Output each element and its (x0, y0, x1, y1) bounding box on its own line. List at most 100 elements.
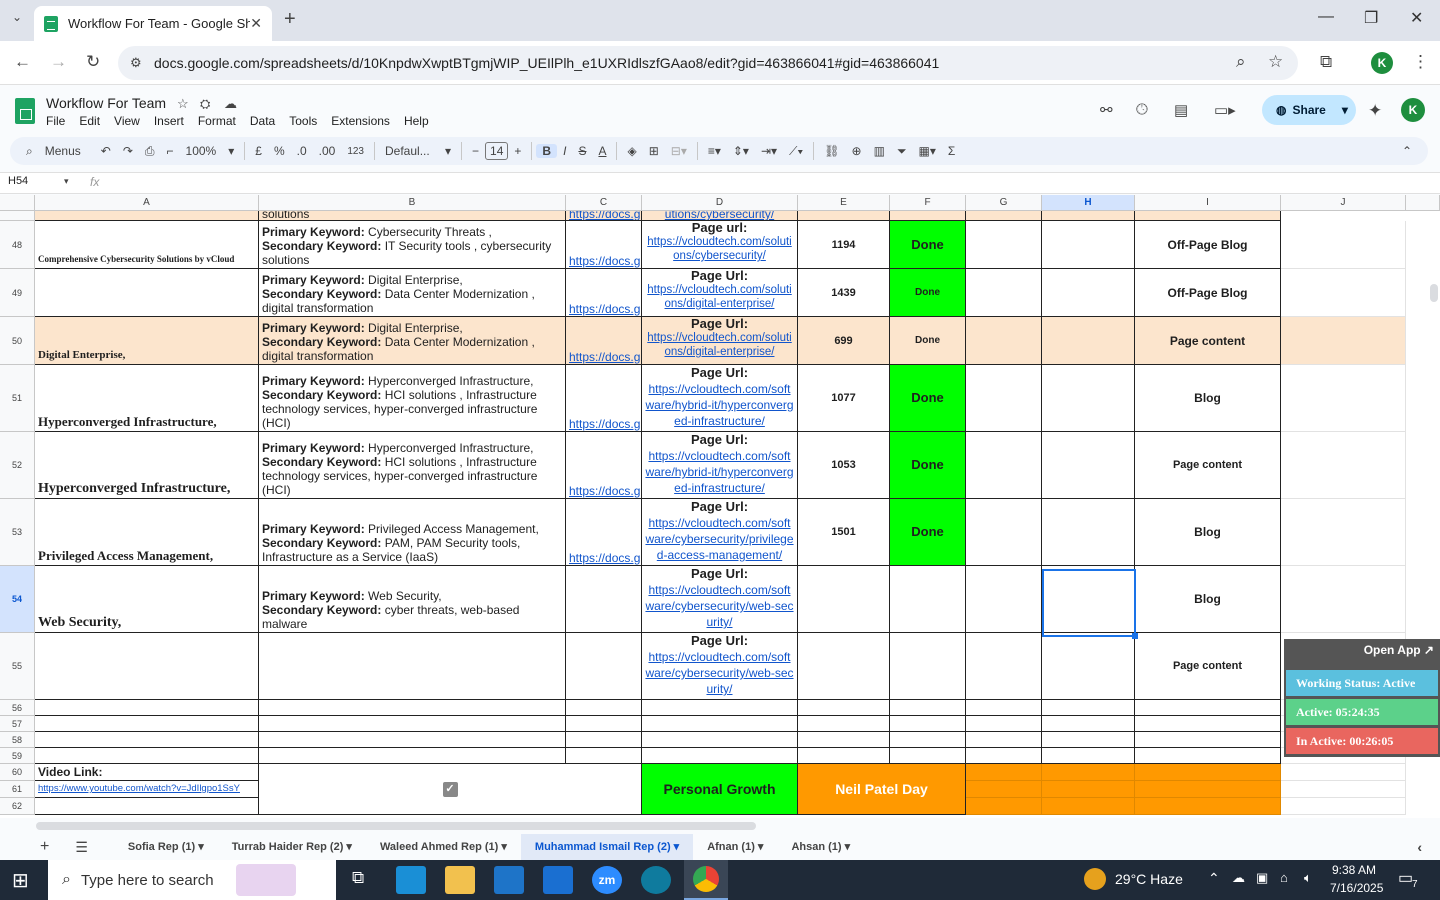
sheet-tab[interactable]: Ahsan (1) ▾ (777, 834, 864, 860)
cell[interactable] (1281, 221, 1406, 269)
tray-cloud-icon[interactable]: ☁ (1232, 870, 1245, 886)
text-rotation-icon[interactable]: ⟋▾ (783, 144, 809, 159)
notifications-icon[interactable]: ▭ (1398, 868, 1413, 888)
cell-keywords[interactable]: Primary Keyword: Digital Enterprise, Seco… (259, 269, 566, 317)
cell[interactable] (642, 700, 798, 716)
cell-keywords[interactable]: Primary Keyword: Web Security, Secondary … (259, 566, 566, 633)
cell-content-type[interactable]: Page content (1135, 317, 1281, 365)
cell[interactable] (966, 716, 1042, 732)
cell-word-count[interactable]: 1194 (798, 221, 890, 269)
cell-doc-link[interactable]: https://docs.g (566, 221, 642, 269)
row-header[interactable]: 50 (0, 317, 35, 365)
forward-icon[interactable]: → (50, 52, 67, 72)
cell[interactable] (1281, 269, 1406, 317)
gemini-sparkle-icon[interactable]: ✦ (1368, 101, 1382, 121)
cell[interactable] (1135, 716, 1281, 732)
mail-icon[interactable] (543, 866, 573, 894)
cell-word-count[interactable]: 1077 (798, 365, 890, 432)
vertical-align-icon[interactable]: ⇕▾ (727, 144, 755, 158)
url-field[interactable]: ⚙ docs.google.com/spreadsheets/d/10Knpdw… (118, 46, 1298, 80)
back-icon[interactable]: ← (14, 52, 31, 72)
cell-page-url[interactable]: Page Url: https://vcloudtech.com/solution… (642, 269, 798, 317)
cell[interactable] (890, 700, 966, 716)
text-color-button[interactable]: A (592, 144, 612, 158)
cell[interactable] (890, 211, 966, 221)
cell[interactable] (1135, 798, 1281, 815)
cell[interactable] (966, 633, 1042, 700)
insert-link-icon[interactable]: ⛓ (818, 144, 845, 158)
cell[interactable] (890, 732, 966, 748)
cell-keywords[interactable]: Primary Keyword: Hyperconverged Infrastr… (259, 365, 566, 432)
cell-topic[interactable]: Digital Enterprise, (35, 317, 259, 365)
cell[interactable] (966, 221, 1042, 269)
cell[interactable] (966, 211, 1042, 221)
menu-edit[interactable]: Edit (79, 114, 100, 128)
cell-link[interactable]: utions/cybersecurity/ (665, 211, 774, 220)
menu-extensions[interactable]: Extensions (331, 114, 390, 128)
collapse-tabs-icon[interactable]: ‹ (1403, 834, 1436, 860)
cell-content-type[interactable]: Page content (1135, 633, 1281, 700)
browser-tab[interactable]: Workflow For Team - Google Sh ✕ (34, 6, 272, 41)
cell-doc-link[interactable]: https://docs.g (566, 317, 642, 365)
cell[interactable] (966, 748, 1042, 764)
zoom-icon[interactable]: ⌕ (1236, 52, 1246, 72)
cell[interactable] (966, 566, 1042, 633)
page-url-link[interactable]: https://vcloudtech.com/solutions/cyberse… (647, 236, 791, 262)
col-header-g[interactable]: G (966, 195, 1042, 211)
row-header[interactable]: 59 (0, 748, 35, 764)
col-header-b[interactable]: B (259, 195, 566, 211)
horizontal-scrollbar[interactable] (36, 822, 756, 830)
cell-page-url[interactable]: Page Url: https://vcloudtech.com/solution… (642, 317, 798, 365)
cell[interactable] (1135, 748, 1281, 764)
page-url-link[interactable]: https://vcloudtech.com/solutions/digital… (647, 284, 791, 310)
cell[interactable] (35, 748, 259, 764)
cell[interactable] (642, 748, 798, 764)
cell[interactable] (966, 432, 1042, 499)
cell-doc-link[interactable] (566, 566, 642, 633)
page-url-link[interactable]: https://vcloudtech.com/software/hybrid-i… (645, 449, 793, 495)
sheet-tab[interactable]: Sofia Rep (1) ▾ (114, 834, 218, 860)
cell-topic[interactable] (35, 633, 259, 700)
cell[interactable] (566, 700, 642, 716)
zoom-app-icon[interactable]: zm (592, 866, 622, 894)
cell-page-url[interactable]: Page Url: https://vcloudtech.com/software… (642, 499, 798, 566)
cell-page-url[interactable]: Page Url: https://vcloudtech.com/software… (642, 633, 798, 700)
menu-tools[interactable]: Tools (289, 114, 317, 128)
page-url-link[interactable]: https://vcloudtech.com/software/cybersec… (645, 650, 793, 696)
taskbar-search[interactable]: ⌕ Type here to search (48, 860, 336, 900)
cell[interactable] (966, 499, 1042, 566)
menu-file[interactable]: File (46, 114, 65, 128)
font-size-increase-icon[interactable]: + (508, 144, 527, 158)
bold-button[interactable]: B (536, 144, 558, 158)
paint-format-icon[interactable]: ⌐ (161, 144, 180, 158)
cell[interactable] (966, 798, 1042, 815)
col-header-d[interactable]: D (642, 195, 798, 211)
cell[interactable] (1281, 432, 1406, 499)
select-all-corner[interactable] (0, 195, 35, 211)
print-icon[interactable]: ⎙ (139, 144, 161, 159)
page-url-link[interactable]: https://vcloudtech.com/software/hybrid-i… (645, 382, 793, 428)
row-header[interactable]: 52 (0, 432, 35, 499)
filter-icon[interactable]: ⏷ (891, 144, 913, 159)
doc-link[interactable]: https://docs.g (569, 254, 640, 268)
cell-topic[interactable]: Web Security, (35, 566, 259, 633)
cell[interactable] (966, 781, 1042, 798)
number-format-button[interactable]: 123 (341, 146, 370, 157)
redo-icon[interactable]: ↷ (117, 144, 139, 158)
reload-icon[interactable]: ↻ (86, 52, 100, 72)
cell-keywords[interactable]: Primary Keyword: Hyperconverged Infrastr… (259, 432, 566, 499)
cell-page-url[interactable]: Page Url: https://vcloudtech.com/software… (642, 365, 798, 432)
tray-app-icon[interactable]: ▣ (1256, 870, 1268, 886)
cell[interactable] (1135, 211, 1281, 221)
cell[interactable] (1042, 432, 1135, 499)
cell[interactable] (566, 732, 642, 748)
col-header-c[interactable]: C (566, 195, 642, 211)
cell-keywords[interactable]: Primary Keyword: Cybersecurity Threats ,… (259, 221, 566, 269)
row-header[interactable]: 57 (0, 716, 35, 732)
page-url-link[interactable]: https://vcloudtech.com/solutions/digital… (647, 332, 791, 358)
cell-keywords[interactable]: Primary Keyword: Digital Enterprise, Seco… (259, 317, 566, 365)
cell[interactable] (35, 700, 259, 716)
cell[interactable] (259, 732, 566, 748)
store-icon[interactable] (494, 866, 524, 894)
cell-doc-link[interactable]: https://docs.g (566, 365, 642, 432)
